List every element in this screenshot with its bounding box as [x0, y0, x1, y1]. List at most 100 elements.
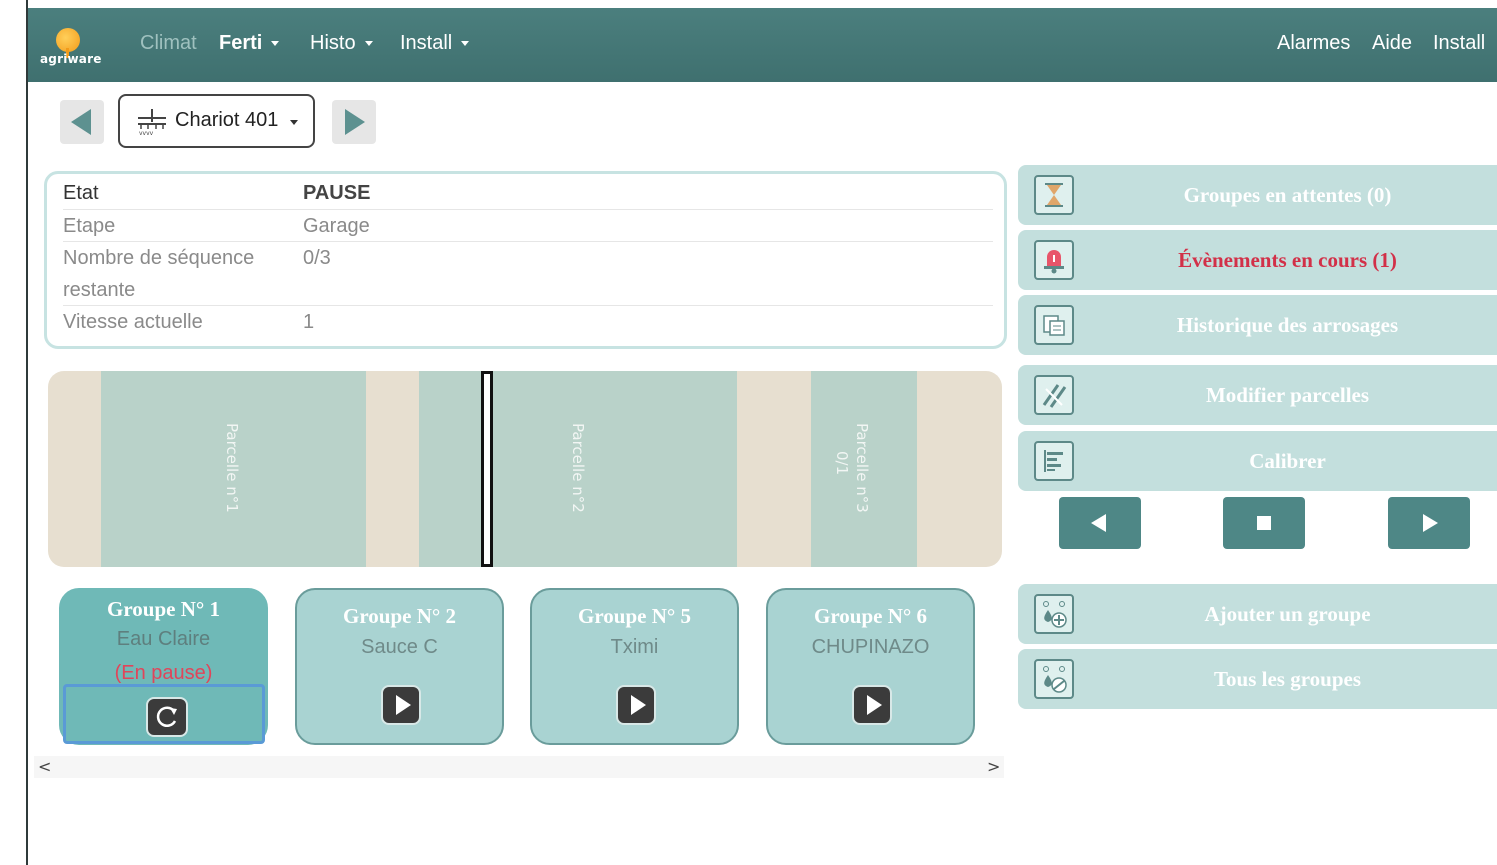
group-card[interactable]: Groupe N° 5 Tximi [530, 588, 739, 745]
status-value: PAUSE [303, 182, 371, 204]
move-forward-button[interactable] [1388, 497, 1470, 549]
play-icon [867, 695, 882, 715]
irrigation-cart-icon: vvvv [138, 109, 166, 136]
caret-down-icon [271, 41, 280, 47]
group-name: Sauce C [361, 636, 438, 658]
move-backward-button[interactable] [1059, 497, 1141, 549]
history-icon [1034, 305, 1074, 345]
nav-install-right[interactable]: Install [1433, 32, 1485, 55]
arrow-left-icon [71, 109, 91, 135]
app: agriware Climat Ferti Histo Install Alar… [28, 8, 1497, 865]
parcel-1[interactable]: Parcelle n°1 [101, 371, 366, 567]
navbar: agriware Climat Ferti Histo Install Alar… [28, 8, 1497, 82]
sun-icon [56, 28, 80, 58]
chariot-position-marker [481, 371, 493, 567]
current-events-button[interactable]: Évènements en cours (1) [1018, 230, 1497, 290]
group-name: CHUPINAZO [811, 636, 930, 658]
arrow-right-icon [1423, 514, 1438, 532]
sequence-value: 0/3 [303, 247, 331, 269]
nav-alarmes[interactable]: Alarmes [1277, 32, 1350, 55]
add-group-label: Ajouter un groupe [1204, 602, 1371, 626]
brand-name: agriware [40, 52, 102, 66]
waiting-groups-label: Groupes en attentes (0) [1183, 183, 1392, 207]
group-name: Eau Claire [116, 628, 211, 650]
nav-histo[interactable]: Histo [310, 32, 373, 55]
group-title: Groupe N° 1 [106, 597, 221, 621]
add-group-icon [1034, 594, 1074, 634]
parcel-track: Parcelle n°1 Parcelle n°2 Parcelle n°3 0… [48, 371, 1002, 567]
calibrate-icon [1034, 441, 1074, 481]
modify-parcels-button[interactable]: Modifier parcelles [1018, 365, 1497, 425]
step-key: Etape [63, 215, 116, 237]
parcel-3[interactable]: Parcelle n°3 0/1 [811, 371, 917, 567]
parcel-progress: 0/1 [833, 451, 851, 476]
caret-down-icon [364, 41, 373, 47]
refresh-icon [156, 706, 177, 727]
horizontal-scrollbar[interactable]: < > [34, 756, 1004, 778]
step-row: Etape Garage [63, 210, 993, 242]
edit-parcels-icon [1034, 375, 1074, 415]
nav-ferti[interactable]: Ferti [219, 32, 280, 55]
watering-history-button[interactable]: Historique des arrosages [1018, 295, 1497, 355]
group-title: Groupe N° 2 [342, 604, 457, 628]
parcel-2[interactable]: Parcelle n°2 [419, 371, 737, 567]
speed-value: 1 [303, 311, 315, 333]
stop-icon [1257, 516, 1271, 530]
nav-install[interactable]: Install [400, 32, 470, 55]
play-button[interactable] [852, 685, 892, 725]
stop-button[interactable] [1223, 497, 1305, 549]
group-state: (En pause) [114, 662, 213, 684]
group-title: Groupe N° 5 [577, 604, 692, 628]
group-card[interactable]: Groupe N° 2 Sauce C [295, 588, 504, 745]
next-chariot-button[interactable] [332, 100, 376, 144]
sequence-key: Nombre de séquence restante [63, 247, 255, 301]
nav-climat[interactable]: Climat [140, 32, 197, 55]
calibrate-label: Calibrer [1249, 449, 1326, 473]
caret-down-icon [461, 41, 470, 47]
hourglass-icon [1034, 175, 1074, 215]
agriware-logo[interactable]: agriware [40, 26, 112, 70]
group-card[interactable]: Groupe N° 1 Eau Claire (En pause) [59, 588, 268, 745]
modify-parcels-label: Modifier parcelles [1205, 383, 1370, 407]
calibrate-button[interactable]: Calibrer [1018, 431, 1497, 491]
step-value: Garage [303, 215, 370, 237]
chariot-select[interactable]: vvvv Chariot 401 [118, 94, 315, 148]
arrow-left-icon [1091, 514, 1106, 532]
play-button[interactable] [616, 685, 656, 725]
arrow-right-icon [345, 109, 365, 135]
all-groups-label: Tous les groupes [1213, 667, 1362, 691]
nav-install-label: Install [400, 32, 453, 54]
all-groups-icon [1034, 659, 1074, 699]
previous-chariot-button[interactable] [60, 100, 104, 144]
status-panel: Etat PAUSE Etape Garage Nombre de séquen… [44, 171, 1007, 349]
parcel-label: Parcelle n°3 [853, 423, 871, 513]
status-key: Etat [63, 182, 99, 204]
play-button[interactable] [381, 685, 421, 725]
sequence-row: Nombre de séquence restante 0/3 [63, 242, 993, 306]
nav-aide[interactable]: Aide [1372, 32, 1412, 55]
nav-ferti-label: Ferti [219, 32, 263, 54]
group-title: Groupe N° 6 [813, 604, 928, 628]
add-group-button[interactable]: Ajouter un groupe [1018, 584, 1497, 644]
current-events-label: Évènements en cours (1) [1178, 248, 1397, 272]
status-row: Etat PAUSE [63, 177, 993, 210]
caret-down-icon [290, 120, 298, 125]
play-icon [631, 695, 646, 715]
watering-history-label: Historique des arrosages [1176, 313, 1399, 337]
play-icon [396, 695, 411, 715]
scroll-right-arrow[interactable]: > [987, 757, 1000, 776]
all-groups-button[interactable]: Tous les groupes [1018, 649, 1497, 709]
speed-key: Vitesse actuelle [63, 311, 203, 333]
resume-area [63, 684, 265, 744]
parcel-label: Parcelle n°1 [223, 423, 241, 513]
group-card[interactable]: Groupe N° 6 CHUPINAZO [766, 588, 975, 745]
waiting-groups-button[interactable]: Groupes en attentes (0) [1018, 165, 1497, 225]
scroll-left-arrow[interactable]: < [38, 757, 51, 776]
group-name: Tximi [610, 636, 659, 658]
speed-row: Vitesse actuelle 1 [63, 306, 993, 338]
chariot-select-label: Chariot 401 [175, 109, 279, 131]
bell-icon [1034, 240, 1074, 280]
svg-text:vvvv: vvvv [139, 130, 154, 136]
nav-histo-label: Histo [310, 32, 356, 54]
resume-button[interactable] [146, 697, 188, 737]
